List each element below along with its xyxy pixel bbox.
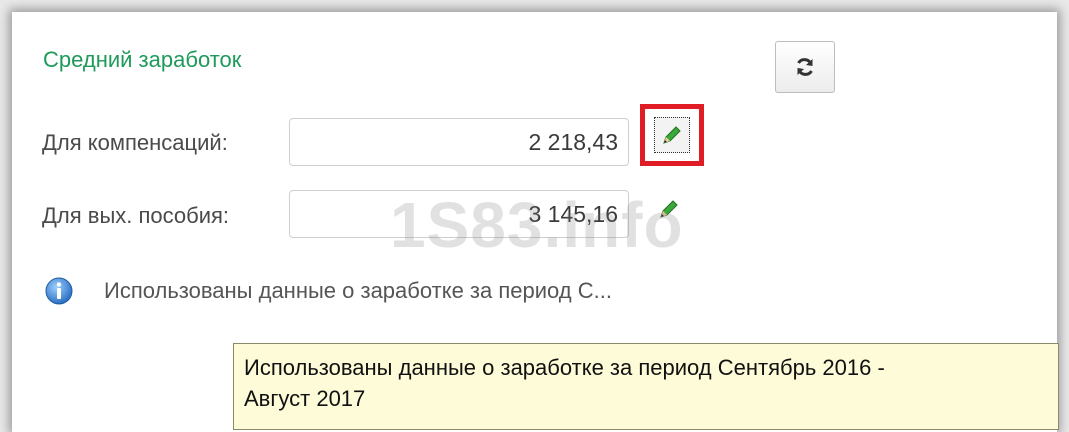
info-text: Использованы данные о заработке за перио… — [104, 278, 612, 303]
compensation-label: Для компенсаций: — [42, 130, 228, 155]
tooltip-line-1: Использованы данные о заработке за перио… — [244, 355, 885, 380]
watermark: 1S83.info — [390, 189, 684, 261]
info-row[interactable]: Использованы данные о заработке за перио… — [44, 276, 612, 306]
severance-label: Для вых. пособия: — [42, 203, 230, 228]
tooltip: Использованы данные о заработке за перио… — [233, 343, 1059, 430]
compensation-amount-field[interactable]: 2 218,43 — [289, 118, 629, 166]
refresh-button[interactable] — [775, 41, 835, 93]
pencil-icon — [663, 126, 681, 144]
refresh-icon — [797, 58, 813, 76]
info-icon — [45, 277, 73, 305]
section-title: Средний заработок — [43, 47, 242, 72]
edit-compensation-button[interactable] — [640, 104, 704, 166]
tooltip-line-2: Август 2017 — [244, 386, 366, 411]
